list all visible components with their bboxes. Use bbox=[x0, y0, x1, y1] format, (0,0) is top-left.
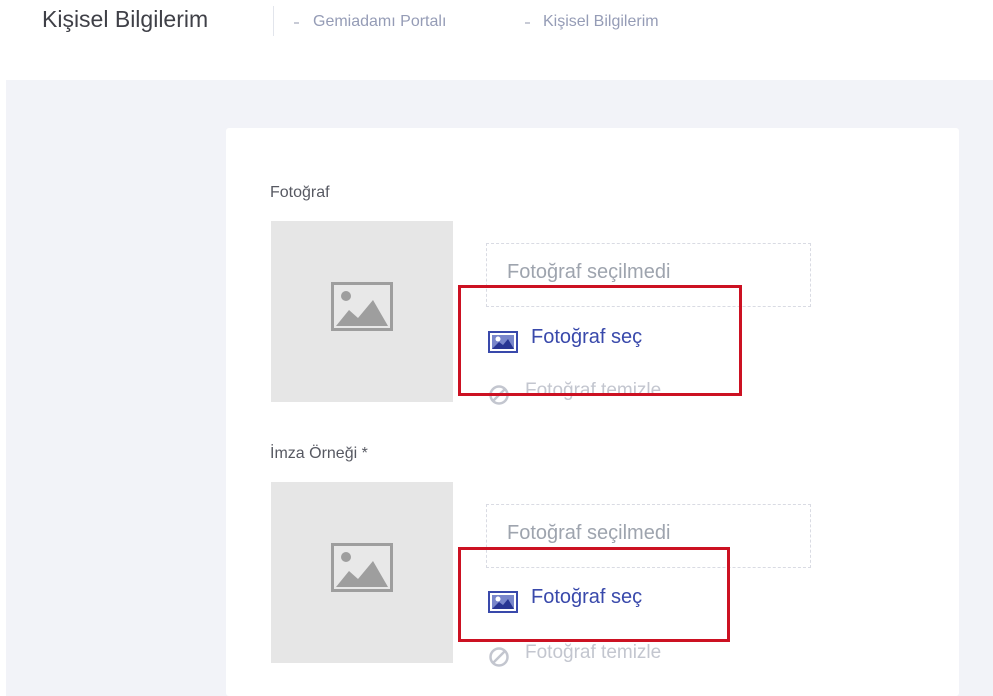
ban-icon bbox=[489, 385, 509, 405]
image-placeholder-icon bbox=[331, 282, 393, 331]
photo-preview bbox=[271, 221, 453, 402]
signature-empty-text: Fotoğraf seçilmedi bbox=[507, 522, 671, 544]
ban-icon bbox=[489, 647, 509, 667]
signature-preview bbox=[271, 482, 453, 663]
signature-clear-button[interactable]: Fotoğraf temizle bbox=[488, 642, 703, 670]
photo-clear-button[interactable]: Fotoğraf temizle bbox=[488, 380, 703, 408]
top-bar: Kişisel Bilgilerim Gemiadamı Portalı Kiş… bbox=[0, 0, 993, 80]
photo-select-label: Fotoğraf seç bbox=[531, 326, 643, 348]
breadcrumb-item-portal[interactable]: Gemiadamı Portalı bbox=[313, 13, 446, 31]
title-separator bbox=[273, 6, 274, 36]
photo-file-display: Fotoğraf seçilmedi bbox=[486, 243, 811, 307]
photo-label: Fotoğraf bbox=[270, 184, 330, 201]
breadcrumb-item-current[interactable]: Kişisel Bilgilerim bbox=[543, 13, 659, 31]
signature-file-display: Fotoğraf seçilmedi bbox=[486, 504, 811, 568]
image-icon bbox=[488, 591, 518, 613]
image-icon bbox=[488, 331, 518, 353]
image-placeholder-icon bbox=[331, 543, 393, 592]
photo-clear-label: Fotoğraf temizle bbox=[525, 380, 662, 401]
signature-select-label: Fotoğraf seç bbox=[531, 586, 643, 608]
signature-select-button[interactable]: Fotoğraf seç bbox=[488, 586, 673, 616]
page-title: Kişisel Bilgilerim bbox=[42, 6, 209, 32]
photo-empty-text: Fotoğraf seçilmedi bbox=[507, 261, 671, 283]
photo-select-button[interactable]: Fotoğraf seç bbox=[488, 326, 673, 356]
breadcrumb-bullet bbox=[525, 22, 530, 24]
breadcrumb-bullet bbox=[294, 22, 299, 24]
signature-clear-label: Fotoğraf temizle bbox=[525, 642, 662, 663]
signature-label: İmza Örneği * bbox=[270, 445, 368, 462]
